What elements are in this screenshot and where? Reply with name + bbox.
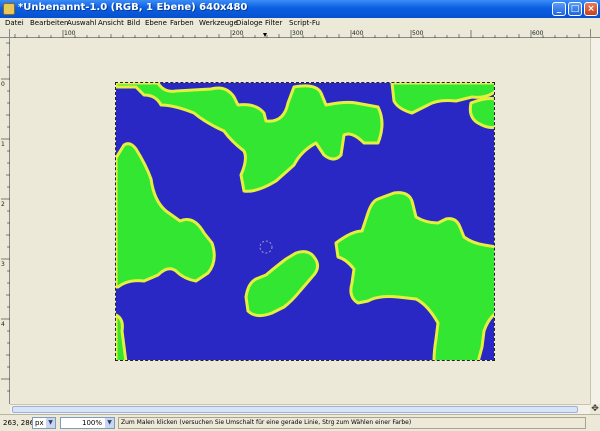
menu-auswahl[interactable]: Auswahl [67, 18, 96, 29]
ruler-pointer-marker [263, 33, 267, 37]
zoom-value: 100% [81, 419, 102, 427]
image-canvas[interactable] [115, 82, 495, 361]
move-cross-icon[interactable]: ✥ [590, 404, 600, 414]
vertical-scrollbar[interactable] [590, 38, 600, 404]
menu-dialoge[interactable]: Dialoge [236, 18, 263, 29]
vruler-label-3: 3 [1, 261, 5, 268]
menu-werkzeuge[interactable]: Werkzeuge [199, 18, 238, 29]
menu-script-fu[interactable]: Script-Fu [289, 18, 320, 29]
menu-filter[interactable]: Filter [265, 18, 282, 29]
unit-value: px [35, 419, 44, 427]
chevron-down-icon[interactable]: ▼ [46, 418, 55, 428]
ruler-label-100: 100 [64, 30, 76, 37]
horizontal-ruler[interactable]: 100 200 300 400 500 600 [10, 29, 590, 38]
vertical-ruler[interactable]: 0 1 2 3 4 [0, 38, 10, 404]
menu-bar: Datei Bearbeiten Auswahl Ansicht Bild Eb… [0, 18, 600, 29]
pointer-coordinates: 263, 286 [3, 419, 35, 427]
ruler-label-200: 200 [232, 30, 244, 37]
ruler-label-500: 500 [412, 30, 424, 37]
status-message: Zum Malen klicken (versuchen Sie Umschal… [118, 417, 586, 429]
title-bar[interactable]: *Unbenannt-1.0 (RGB, 1 Ebene) 640x480 _ … [0, 0, 600, 18]
window-title: *Unbenannt-1.0 (RGB, 1 Ebene) 640x480 [18, 2, 248, 13]
quick-mask-corner[interactable] [0, 29, 10, 38]
vruler-label-1: 1 [1, 141, 5, 148]
menu-datei[interactable]: Datei [5, 18, 24, 29]
vruler-label-4: 4 [1, 321, 5, 328]
unit-select[interactable]: px ▼ [32, 417, 56, 429]
vruler-label-2: 2 [1, 201, 5, 208]
close-button[interactable]: × [584, 2, 598, 16]
ruler-ticks-vertical [1, 42, 10, 392]
vruler-label-0: 0 [1, 81, 5, 88]
menu-bild[interactable]: Bild [127, 18, 140, 29]
menu-farben[interactable]: Farben [170, 18, 194, 29]
gimp-app-icon [3, 3, 15, 15]
status-bar: 263, 286 px ▼ 100% ▼ Zum Malen klicken (… [0, 414, 600, 431]
horizontal-scrollbar[interactable] [10, 404, 590, 414]
minimize-button[interactable]: _ [552, 2, 566, 16]
chevron-down-icon[interactable]: ▼ [105, 418, 114, 428]
ruler-label-600: 600 [532, 30, 544, 37]
menu-ansicht[interactable]: Ansicht [98, 18, 124, 29]
menu-ebene[interactable]: Ebene [145, 18, 167, 29]
zoom-select[interactable]: 100% ▼ [60, 417, 115, 429]
canvas-area[interactable] [10, 38, 590, 404]
gimp-image-window: *Unbenannt-1.0 (RGB, 1 Ebene) 640x480 _ … [0, 0, 600, 431]
ruler-label-300: 300 [292, 30, 304, 37]
ruler-label-400: 400 [352, 30, 364, 37]
horizontal-scroll-thumb[interactable] [12, 406, 578, 413]
maximize-button[interactable]: □ [568, 2, 582, 16]
menu-bearbeiten[interactable]: Bearbeiten [30, 18, 68, 29]
navigate-button[interactable] [590, 29, 600, 38]
